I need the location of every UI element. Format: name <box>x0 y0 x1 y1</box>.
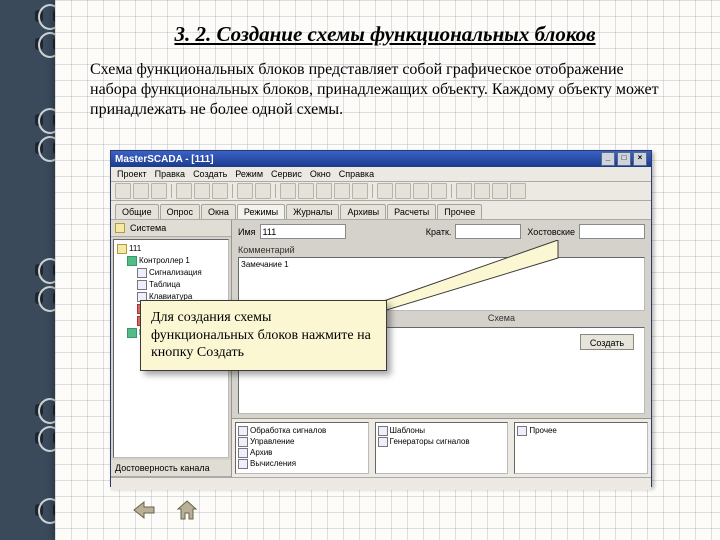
item-icon <box>517 426 527 436</box>
menu-item[interactable]: Режим <box>235 169 263 179</box>
node-icon <box>137 268 147 278</box>
create-button[interactable]: Создать <box>580 334 634 350</box>
menu-bar: Проект Правка Создать Режим Сервис Окно … <box>111 167 651 182</box>
item-icon <box>238 459 248 469</box>
item-icon <box>378 426 388 436</box>
tab[interactable]: Расчеты <box>387 204 436 219</box>
home-button[interactable] <box>174 498 200 522</box>
tab[interactable]: Прочее <box>437 204 482 219</box>
toolbar-icon[interactable] <box>133 183 149 199</box>
folder-icon <box>117 244 127 254</box>
label-name: Имя <box>238 227 256 237</box>
node-icon <box>127 328 137 338</box>
left-pane-footer: Достоверность канала <box>111 460 231 477</box>
tab[interactable]: Архивы <box>340 204 386 219</box>
toolbar-icon[interactable] <box>492 183 508 199</box>
window-title: MasterSCADA - [111] <box>115 154 214 165</box>
item-icon <box>238 437 248 447</box>
menu-item[interactable]: Сервис <box>271 169 302 179</box>
item-icon <box>378 437 388 447</box>
node-icon <box>137 280 147 290</box>
maximize-button[interactable]: □ <box>617 152 631 166</box>
short-input[interactable] <box>455 224 521 239</box>
toolbar-icon[interactable] <box>255 183 271 199</box>
toolbar-icon[interactable] <box>352 183 368 199</box>
bottom-col-right[interactable]: Прочее <box>514 422 648 474</box>
menu-item[interactable]: Справка <box>339 169 374 179</box>
toolbar-icon[interactable] <box>395 183 411 199</box>
toolbar-icon[interactable] <box>316 183 332 199</box>
toolbar-icon[interactable] <box>176 183 192 199</box>
window-titlebar: MasterSCADA - [111] _ □ × <box>111 151 651 167</box>
toolbar-icon[interactable] <box>115 183 131 199</box>
toolbar-icon[interactable] <box>510 183 526 199</box>
tab[interactable]: Опрос <box>160 204 200 219</box>
toolbar-icon[interactable] <box>212 183 228 199</box>
toolbar-icon[interactable] <box>431 183 447 199</box>
tab[interactable]: Общие <box>115 204 159 219</box>
bottom-col-left[interactable]: Обработка сигналов Управление Архив Вычи… <box>235 422 369 474</box>
toolbar <box>111 182 651 201</box>
minimize-button[interactable]: _ <box>601 152 615 166</box>
close-button[interactable]: × <box>633 152 647 166</box>
toolbar-icon[interactable] <box>194 183 210 199</box>
toolbar-icon[interactable] <box>298 183 314 199</box>
menu-item[interactable]: Правка <box>155 169 185 179</box>
tab[interactable]: Журналы <box>286 204 339 219</box>
toolbar-icon[interactable] <box>334 183 350 199</box>
toolbar-icon[interactable] <box>237 183 253 199</box>
toolbar-icon[interactable] <box>151 183 167 199</box>
bottom-panel: Обработка сигналов Управление Архив Вычи… <box>232 418 651 477</box>
slide-paragraph: Схема функциональных блоков представляет… <box>90 60 665 120</box>
menu-item[interactable]: Окно <box>310 169 331 179</box>
bottom-col-mid[interactable]: Шаблоны Генераторы сигналов <box>375 422 509 474</box>
label-host: Хостовские <box>527 227 575 237</box>
callout-box: Для создания схемы функциональных блоков… <box>140 300 387 371</box>
toolbar-icon[interactable] <box>456 183 472 199</box>
node-icon <box>127 256 137 266</box>
menu-item[interactable]: Создать <box>193 169 227 179</box>
toolbar-icon[interactable] <box>280 183 296 199</box>
status-bar <box>111 477 651 490</box>
callout-text: Для создания схемы функциональных блоков… <box>151 310 371 360</box>
menu-item[interactable]: Проект <box>117 169 147 179</box>
slide-title: 3. 2. Создание схемы функциональных блок… <box>85 22 685 47</box>
prev-arrow-button[interactable] <box>130 498 158 522</box>
item-icon <box>238 426 248 436</box>
folder-icon <box>115 223 125 233</box>
toolbar-icon[interactable] <box>474 183 490 199</box>
tab[interactable]: Окна <box>201 204 236 219</box>
toolbar-icon[interactable] <box>377 183 393 199</box>
name-input[interactable] <box>260 224 346 239</box>
label-short: Кратк. <box>426 227 452 237</box>
left-pane-header: Система <box>111 220 231 237</box>
item-icon <box>238 448 248 458</box>
toolbar-icon[interactable] <box>413 183 429 199</box>
tab-active[interactable]: Режимы <box>237 204 285 219</box>
host-input[interactable] <box>579 224 645 239</box>
tab-bar: Общие Опрос Окна Режимы Журналы Архивы Р… <box>111 201 651 220</box>
